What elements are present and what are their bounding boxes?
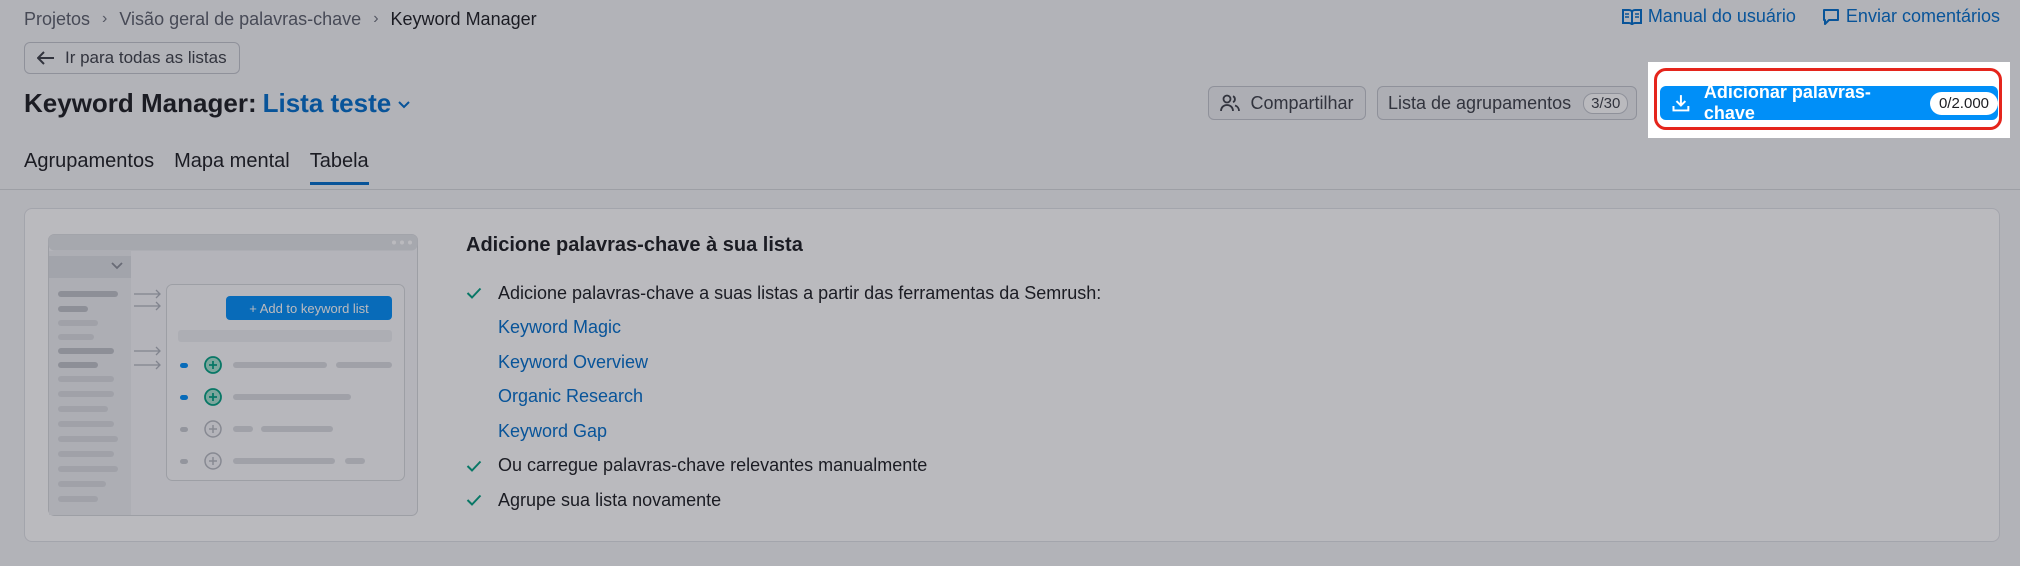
check-icon (466, 494, 498, 507)
back-to-all-lists-button[interactable]: Ir para todas as listas (24, 42, 240, 74)
groups-list-button[interactable]: Lista de agrupamentos 3/30 (1377, 86, 1637, 120)
share-button[interactable]: Compartilhar (1208, 86, 1366, 120)
tab-table[interactable]: Tabela (309, 150, 369, 185)
share-label: Compartilhar (1250, 92, 1354, 113)
step-tools-text: Adicione palavras-chave a suas listas a … (498, 282, 1102, 303)
send-feedback-link[interactable]: Enviar comentários (1822, 6, 2000, 27)
back-button-label: Ir para todas as listas (65, 48, 227, 67)
breadcrumb-projects[interactable]: Projetos (24, 9, 90, 30)
list-item: Keyword Gap (466, 414, 1101, 449)
chevron-right-icon: › (373, 10, 379, 27)
tab-divider (0, 189, 2020, 190)
top-links: Manual do usuário Enviar comentários (1596, 6, 2000, 27)
tab-groupings[interactable]: Agrupamentos (24, 150, 154, 185)
organic-research-link[interactable]: Organic Research (498, 386, 643, 407)
keyword-overview-link[interactable]: Keyword Overview (498, 352, 648, 373)
empty-state-title: Adicione palavras-chave à sua lista (466, 234, 803, 256)
groups-count-badge: 3/30 (1583, 92, 1629, 114)
keyword-gap-link[interactable]: Keyword Gap (498, 421, 607, 442)
list-item: Keyword Overview (466, 345, 1101, 380)
add-to-keyword-list-illustration-button: + Add to keyword list (249, 301, 369, 316)
keyword-magic-link[interactable]: Keyword Magic (498, 317, 621, 338)
chevron-down-icon[interactable] (397, 100, 411, 110)
page-title: Keyword Manager: (24, 87, 257, 118)
list-item: Ou carregue palavras-chave relevantes ma… (466, 449, 1101, 484)
page-title-row: Keyword Manager: Lista teste (24, 86, 411, 120)
comment-icon (1822, 8, 1839, 25)
breadcrumb-keyword-overview[interactable]: Visão geral de palavras-chave (119, 9, 361, 30)
step-regroup-text: Agrupe sua lista novamente (498, 489, 722, 510)
check-icon (466, 460, 498, 472)
step-upload-text: Ou carregue palavras-chave relevantes ma… (498, 455, 928, 476)
list-item: Organic Research (466, 380, 1101, 415)
highlight-ring (1654, 68, 2002, 130)
list-item: Adicione palavras-chave a suas listas a … (466, 276, 1101, 311)
tab-mind-map[interactable]: Mapa mental (174, 150, 290, 185)
send-feedback-label: Enviar comentários (1845, 6, 2000, 26)
user-manual-label: Manual do usuário (1647, 6, 1796, 26)
list-item: Agrupe sua lista novamente (466, 483, 1101, 518)
breadcrumb-current: Keyword Manager (390, 8, 537, 29)
arrow-left-icon (37, 51, 54, 65)
check-icon (466, 287, 498, 300)
list-selector[interactable]: Lista teste (263, 88, 392, 119)
users-icon (1220, 94, 1241, 112)
breadcrumb: Projetos › Visão geral de palavras-chave… (24, 8, 537, 30)
keyword-list-illustration: + Add to keyword list (48, 234, 418, 516)
chevron-right-icon: › (102, 10, 108, 27)
user-manual-link[interactable]: Manual do usuário (1621, 6, 1796, 27)
book-icon (1621, 8, 1642, 25)
tabs: Agrupamentos Mapa mental Tabela (24, 150, 389, 185)
instructions-list: Adicione palavras-chave a suas listas a … (466, 276, 1101, 518)
list-item: Keyword Magic (466, 311, 1101, 346)
groups-list-label: Lista de agrupamentos (1388, 92, 1572, 113)
